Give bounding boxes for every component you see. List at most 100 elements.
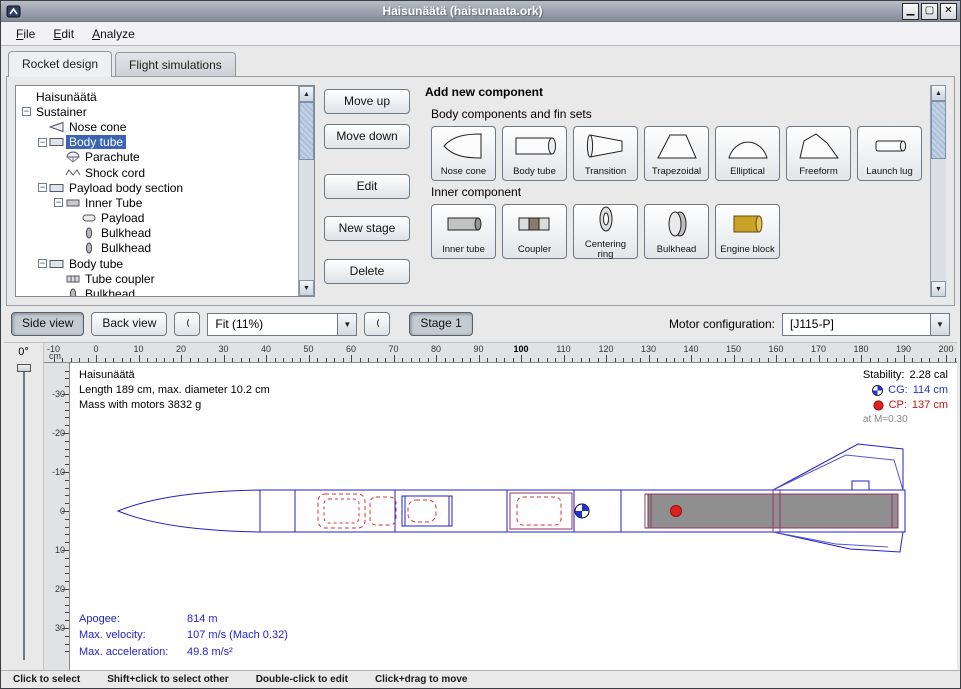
scroll-up-icon[interactable]: ▲ [299,86,314,102]
maximize-button[interactable]: ▢ [921,3,938,20]
new-stage-button[interactable]: New stage [324,216,410,241]
tree-expander-icon[interactable]: − [36,259,49,268]
rotation-slider[interactable] [23,367,25,660]
magnifier-icon [185,316,189,333]
tree-item-payload[interactable]: Payload [20,211,298,226]
tab-strip: Rocket designFlight simulations [1,46,960,76]
back-view-button[interactable]: Back view [91,312,167,336]
tree-item-label: Shock cord [82,166,148,180]
cg-value: 114 cm [913,383,948,398]
bulkhead-icon [81,242,98,254]
tree-item-tube-coupler[interactable]: Tube coupler [20,271,298,286]
component-scrollbar[interactable]: ▲ ▼ [930,85,946,297]
parachute-icon [65,151,82,163]
stage-1-toggle[interactable]: Stage 1 [409,312,472,336]
rocket-mass: Mass with motors 3832 g [79,398,270,413]
chevron-down-icon[interactable]: ▼ [930,314,949,335]
tree-item-bulkhead[interactable]: Bulkhead [20,241,298,256]
close-button[interactable]: ✕ [940,3,957,20]
collapse-icon[interactable]: − [22,107,31,116]
ruler-label: 80 [431,344,441,354]
inner-tube-icon [441,209,487,244]
collapse-icon[interactable]: − [38,183,47,192]
flight-stats: Apogee:814 mMax. velocity:107 m/s (Mach … [79,611,288,661]
tree-item-parachute[interactable]: Parachute [20,150,298,165]
menu-edit[interactable]: Edit [44,24,83,44]
move-up-button[interactable]: Move up [324,89,410,114]
scrollbar-thumb[interactable] [299,102,314,160]
mach-note: at M=0.30 [863,413,948,427]
tree-expander-icon[interactable]: − [20,107,33,116]
status-hint: Click to select [13,674,80,685]
component-button-label: Elliptical [730,167,765,177]
motor-configuration-select[interactable]: [J115-P] ▼ [782,313,950,336]
edit-button[interactable]: Edit [324,174,410,199]
component-button-label: Coupler [518,245,551,255]
tree-item-payload-body-section[interactable]: −Payload body section [20,180,298,195]
collapse-icon[interactable]: − [38,259,47,268]
add-freeform-button[interactable]: Freeform [786,126,851,181]
tree-item-body-tube[interactable]: − Body tube [20,256,298,271]
tree-scrollbar[interactable]: ▲ ▼ [298,86,314,296]
minimize-button[interactable]: ▁ [902,3,919,20]
rotation-value: 0° [4,346,43,358]
scrollbar-thumb[interactable] [931,101,946,159]
ruler-label: 60 [346,344,356,354]
tree-item-inner-tube[interactable]: −Inner Tube [20,195,298,210]
menu-file[interactable]: File [7,24,44,44]
launch-lug-icon [867,131,913,166]
title-bar[interactable]: Haisunäätä (haisunaata.ork) ▁ ▢ ✕ [1,1,960,22]
zoom-out-button[interactable] [364,312,390,336]
tree-item-label: Body tube [66,257,126,271]
ruler-label: 150 [726,344,741,354]
component-button-label: Freeform [799,167,838,177]
component-tree-panel: Haisunäätä−SustainerNose cone − Body tube P… [15,85,315,297]
add-trapezoidal-button[interactable]: Trapezoidal [644,126,709,181]
add-elliptical-button[interactable]: Elliptical [715,126,780,181]
move-down-button[interactable]: Move down [324,124,410,149]
tab-flight-simulations[interactable]: Flight simulations [115,52,236,76]
tree-item-bulkhead[interactable]: Bulkhead [20,226,298,241]
rocket-canvas[interactable]: Haisunäätä Length 189 cm, max. diameter … [70,363,957,670]
add-coupler-button[interactable]: Coupler [502,204,567,259]
body-tube-icon [49,258,66,270]
rotation-slider-handle[interactable] [17,364,31,372]
zoom-select[interactable]: Fit (11%) ▼ [207,313,357,336]
ruler-label: 110 [556,344,570,354]
add-centering-ring-button[interactable]: Centering ring [573,204,638,259]
add-bulkhead-button[interactable]: Bulkhead [644,204,709,259]
add-body-tube-button[interactable]: Body tube [502,126,567,181]
add-inner-tube-button[interactable]: Inner tube [431,204,496,259]
tree-expander-icon[interactable]: − [52,198,65,207]
bulkhead-icon [81,227,98,239]
rocket-length: Length 189 cm, max. diameter 10.2 cm [79,383,270,398]
tree-item-sustainer[interactable]: −Sustainer [20,104,298,119]
ruler-label: 140 [683,344,698,354]
chevron-down-icon[interactable]: ▼ [337,314,356,335]
side-view-button[interactable]: Side view [11,312,84,336]
add-launch-lug-button[interactable]: Launch lug [857,126,922,181]
inner-tube-icon [65,197,82,209]
tree-item-nose-cone[interactable]: Nose cone [20,119,298,134]
scroll-up-icon[interactable]: ▲ [931,85,946,101]
add-engine-block-button[interactable]: Engine block [715,204,780,259]
delete-button[interactable]: Delete [324,259,410,284]
tab-rocket-design[interactable]: Rocket design [8,51,112,77]
add-transition-button[interactable]: Transition [573,126,638,181]
add-nose-cone-button[interactable]: Nose cone [431,126,496,181]
tree-item-shock-cord[interactable]: Shock cord [20,165,298,180]
motor-configuration-label: Motor configuration: [669,317,775,331]
component-tree[interactable]: Haisunäätä−SustainerNose cone − Body tube P… [16,86,298,296]
tree-expander-icon[interactable]: − [36,138,49,147]
scroll-down-icon[interactable]: ▼ [299,280,314,296]
tree-item-body-tube[interactable]: −Body tube [20,135,298,150]
collapse-icon[interactable]: − [38,138,47,147]
rocket-design-panel: Haisunäätä−SustainerNose cone−Body tubeP… [6,76,955,306]
zoom-in-button[interactable] [174,312,200,336]
scroll-down-icon[interactable]: ▼ [931,281,946,297]
tree-item-haisun-t[interactable]: Haisunäätä [20,89,298,104]
tree-item-bulkhead[interactable]: Bulkhead [20,286,298,296]
tree-expander-icon[interactable]: − [36,183,49,192]
menu-analyze[interactable]: Analyze [83,24,144,44]
collapse-icon[interactable]: − [54,198,63,207]
